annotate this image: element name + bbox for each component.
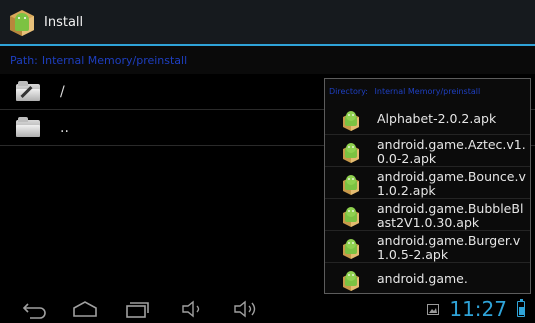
popup-title-value: Internal Memory/preinstall — [374, 87, 481, 96]
apk-icon — [341, 269, 361, 291]
volume-up-icon[interactable] — [230, 298, 260, 320]
apk-icon — [341, 173, 361, 195]
list-item[interactable]: android.game.Aztec.v1.0.0-2.apk — [325, 135, 530, 167]
app-title: Install — [44, 14, 84, 30]
file-picker-popup: Directory: Internal Memory/preinstall Al… — [324, 78, 531, 294]
list-item[interactable]: android.game.Burger.v1.0.5-2.apk — [325, 231, 530, 263]
path-value: Internal Memory/preinstall — [41, 53, 188, 67]
list-item[interactable]: android.game.BubbleBlast2V1.0.30.apk — [325, 199, 530, 231]
gallery-notification-icon[interactable] — [427, 303, 440, 315]
popup-title: Directory: Internal Memory/preinstall — [325, 79, 530, 101]
file-name: android.game.Aztec.v1.0.0-2.apk — [377, 137, 526, 166]
file-name: android.game.Bounce.v1.0.2.apk — [377, 169, 526, 198]
battery-icon — [517, 299, 525, 317]
popup-title-label: Directory: — [329, 87, 368, 96]
list-item-label: / — [60, 83, 65, 100]
apk-icon — [341, 141, 361, 163]
folder-edit-icon — [16, 80, 42, 103]
apk-icon — [341, 237, 361, 259]
volume-down-icon[interactable] — [178, 298, 208, 320]
file-name: Alphabet-2.0.2.apk — [377, 111, 497, 126]
list-item[interactable]: android.game. — [325, 263, 530, 293]
popup-file-list: Alphabet-2.0.2.apk android.game.Aztec.v1… — [325, 103, 530, 293]
clock: 11:27 — [449, 297, 507, 321]
action-bar: Install — [0, 0, 535, 44]
apk-icon — [341, 109, 361, 131]
back-icon[interactable] — [20, 298, 50, 320]
home-icon[interactable] — [70, 298, 100, 320]
apk-icon — [341, 205, 361, 227]
list-item[interactable]: Alphabet-2.0.2.apk — [325, 103, 530, 135]
list-item[interactable]: android.game.Bounce.v1.0.2.apk — [325, 167, 530, 199]
status-area: 11:27 — [427, 295, 525, 323]
android-package-icon[interactable] — [6, 6, 38, 38]
path-label: Path: — [10, 53, 38, 67]
list-item-label: .. — [60, 119, 69, 136]
file-name: android.game.Burger.v1.0.5-2.apk — [377, 233, 521, 262]
file-name: android.game. — [377, 271, 468, 286]
file-name: android.game.BubbleBlast2V1.0.30.apk — [377, 201, 524, 230]
path-bar: Path: Internal Memory/preinstall — [0, 46, 535, 74]
recent-apps-icon[interactable] — [122, 298, 152, 320]
folder-up-icon — [16, 116, 42, 139]
